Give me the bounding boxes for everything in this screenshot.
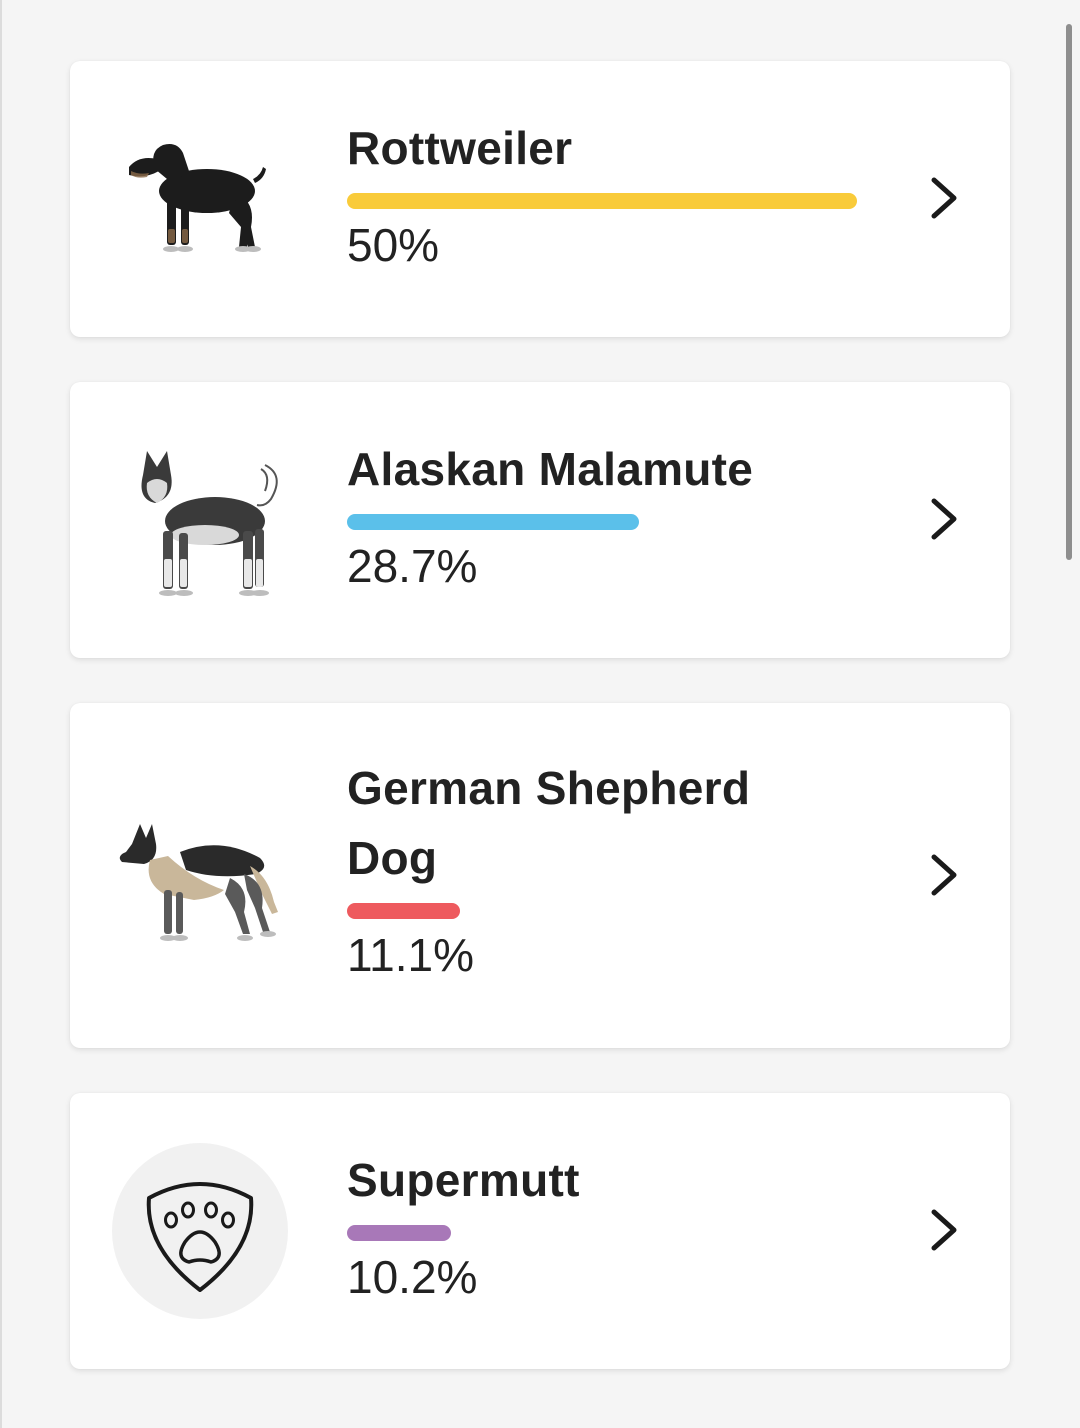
german-shepherd-illustration bbox=[110, 785, 290, 965]
percent-label: 28.7% bbox=[347, 540, 478, 592]
breed-name: German Shepherd Dog bbox=[347, 762, 751, 884]
breed-name: Rottweiler bbox=[347, 122, 573, 174]
percent-bar bbox=[347, 1225, 451, 1241]
left-edge-divider bbox=[0, 0, 2, 1428]
rottweiler-illustration bbox=[110, 109, 290, 289]
breed-breakdown-screen: Rottweiler 50% Alaskan Malamute 28.7% Ge… bbox=[0, 0, 1080, 1428]
breed-card-body: German Shepherd Dog 11.1% bbox=[347, 753, 887, 985]
paw-shield-icon bbox=[110, 1141, 290, 1321]
percent-bar bbox=[347, 514, 639, 530]
breed-card-supermutt[interactable]: Supermutt 10.2% bbox=[70, 1093, 1010, 1369]
chevron-right-icon bbox=[931, 854, 957, 896]
breed-card-body: Supermutt 10.2% bbox=[347, 1145, 887, 1307]
chevron-right-icon bbox=[931, 177, 957, 219]
percent-label: 10.2% bbox=[347, 1251, 478, 1303]
percent-label: 50% bbox=[347, 219, 440, 271]
breed-card-body: Alaskan Malamute 28.7% bbox=[347, 434, 887, 596]
chevron-right-icon bbox=[931, 1209, 957, 1251]
breed-card-rottweiler[interactable]: Rottweiler 50% bbox=[70, 61, 1010, 337]
scrollbar[interactable] bbox=[1066, 24, 1072, 560]
percent-bar bbox=[347, 193, 857, 209]
breed-name: Alaskan Malamute bbox=[347, 443, 754, 495]
percent-bar bbox=[347, 903, 460, 919]
breed-name: Supermutt bbox=[347, 1154, 580, 1206]
breed-card-german-shepherd-dog[interactable]: German Shepherd Dog 11.1% bbox=[70, 703, 1010, 1048]
breed-card-body: Rottweiler 50% bbox=[347, 113, 887, 275]
alaskan-malamute-illustration bbox=[110, 430, 290, 610]
chevron-right-icon bbox=[931, 498, 957, 540]
percent-label: 11.1% bbox=[347, 929, 475, 981]
breed-card-alaskan-malamute[interactable]: Alaskan Malamute 28.7% bbox=[70, 382, 1010, 658]
